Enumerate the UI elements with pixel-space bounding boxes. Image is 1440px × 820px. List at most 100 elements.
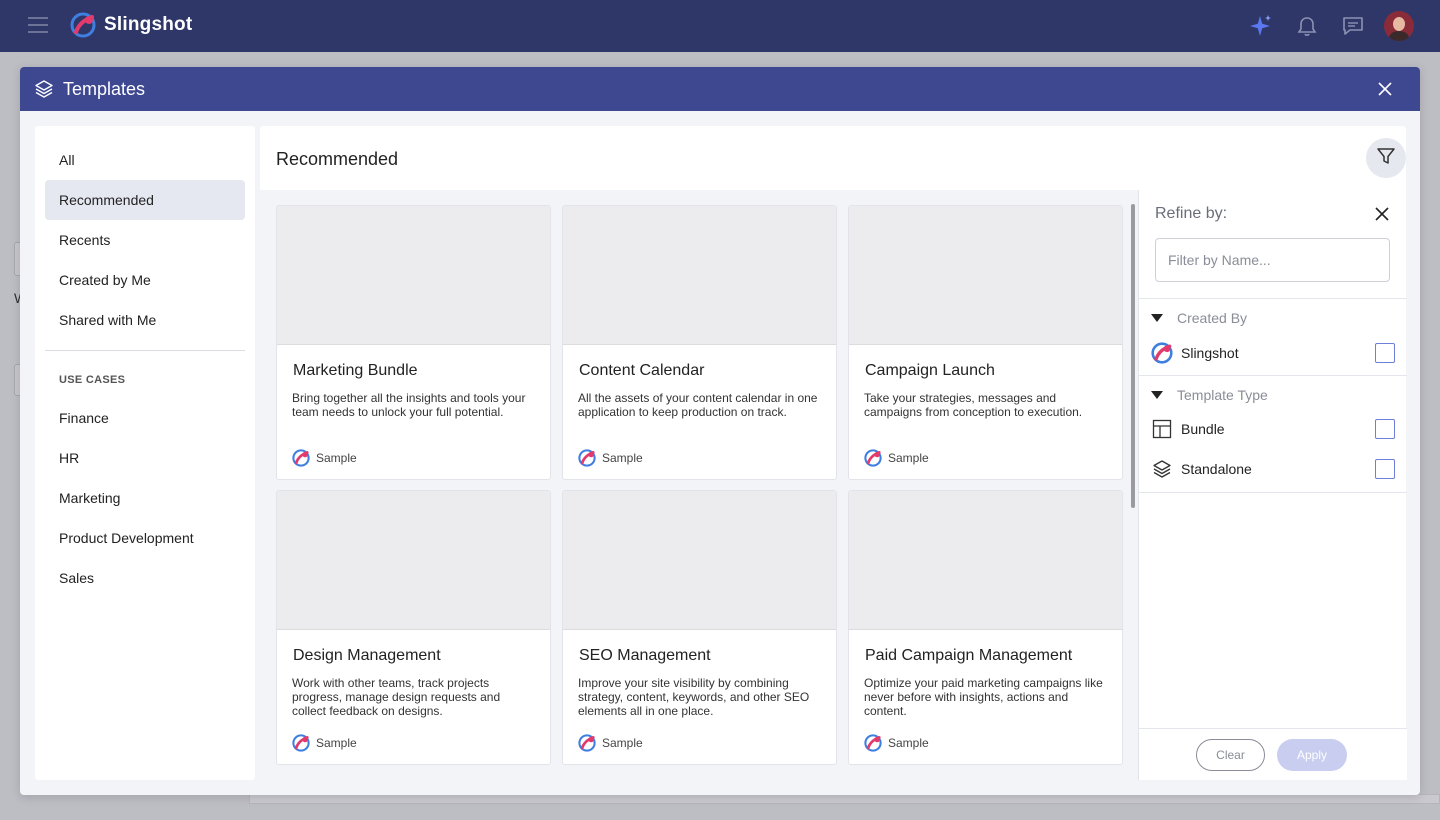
card-thumbnail bbox=[849, 206, 1122, 345]
group-template-type[interactable]: Template Type bbox=[1151, 387, 1268, 403]
modal-title: Templates bbox=[63, 79, 146, 99]
topbar-actions bbox=[1230, 11, 1414, 41]
menu-icon[interactable] bbox=[28, 17, 48, 35]
card-description: All the assets of your content calendar … bbox=[578, 391, 818, 419]
templates-modal: Templates All Recommended Recents Create… bbox=[20, 67, 1420, 795]
card-title: Campaign Launch bbox=[865, 362, 995, 379]
page-title: Recommended bbox=[276, 149, 399, 169]
group-label: Created By bbox=[1177, 310, 1248, 326]
main-header: Recommended bbox=[260, 126, 1406, 190]
nav-item-shared-with-me[interactable]: Shared with Me bbox=[45, 300, 245, 340]
layers-icon bbox=[1151, 458, 1173, 480]
modal-header: Templates bbox=[20, 67, 1420, 111]
checkbox[interactable] bbox=[1375, 343, 1395, 363]
option-label: Slingshot bbox=[1181, 345, 1239, 361]
avatar[interactable] bbox=[1384, 11, 1414, 41]
group-label: Template Type bbox=[1177, 387, 1268, 403]
background-fragment bbox=[249, 794, 1440, 804]
layers-icon bbox=[34, 79, 54, 104]
divider bbox=[1139, 375, 1407, 376]
slingshot-logo-icon bbox=[578, 449, 596, 467]
card-footer: Sample bbox=[578, 734, 643, 752]
nav-item-product-development[interactable]: Product Development bbox=[45, 518, 245, 558]
slingshot-logo-icon bbox=[864, 449, 882, 467]
slingshot-logo-icon bbox=[292, 449, 310, 467]
card-tag: Sample bbox=[602, 736, 643, 750]
nav-item-recommended[interactable]: Recommended bbox=[45, 180, 245, 220]
card-title: SEO Management bbox=[579, 647, 711, 664]
nav-item-finance[interactable]: Finance bbox=[45, 398, 245, 438]
grid-scrollbar[interactable] bbox=[1131, 204, 1135, 508]
card-thumbnail bbox=[563, 206, 836, 345]
card-title: Content Calendar bbox=[579, 362, 705, 379]
app-topbar: Slingshot bbox=[0, 0, 1440, 52]
card-footer: Sample bbox=[864, 734, 929, 752]
card-description: Bring together all the insights and tool… bbox=[292, 391, 526, 419]
card-footer: Sample bbox=[292, 449, 357, 467]
template-card[interactable]: SEO Management Improve your site visibil… bbox=[562, 490, 837, 765]
category-nav: All Recommended Recents Created by Me Sh… bbox=[35, 126, 255, 780]
filter-option-standalone[interactable]: Standalone bbox=[1151, 457, 1395, 481]
checkbox[interactable] bbox=[1375, 419, 1395, 439]
slingshot-logo-icon bbox=[70, 12, 96, 38]
nav-section-title: USE CASES bbox=[59, 374, 126, 386]
card-description: Optimize your paid marketing campaigns l… bbox=[864, 676, 1103, 718]
card-title: Paid Campaign Management bbox=[865, 647, 1073, 664]
card-description: Work with other teams, track projects pr… bbox=[292, 676, 501, 718]
card-tag: Sample bbox=[888, 451, 929, 465]
filter-icon bbox=[1375, 145, 1397, 172]
card-footer: Sample bbox=[864, 449, 929, 467]
filter-button[interactable] bbox=[1366, 138, 1406, 178]
card-thumbnail bbox=[849, 491, 1122, 630]
bundle-icon bbox=[1151, 418, 1173, 440]
nav-item-marketing[interactable]: Marketing bbox=[45, 478, 245, 518]
card-tag: Sample bbox=[602, 451, 643, 465]
template-card[interactable]: Marketing Bundle Bring together all the … bbox=[276, 205, 551, 480]
checkbox[interactable] bbox=[1375, 459, 1395, 479]
brand-name: Slingshot bbox=[104, 14, 193, 35]
close-icon[interactable] bbox=[1376, 80, 1394, 98]
clear-button[interactable]: Clear bbox=[1196, 739, 1265, 771]
card-tag: Sample bbox=[888, 736, 929, 750]
card-description: Improve your site visibility by combinin… bbox=[578, 676, 810, 718]
chat-icon[interactable] bbox=[1338, 11, 1368, 41]
template-card[interactable]: Content Calendar All the assets of your … bbox=[562, 205, 837, 480]
template-card[interactable]: Campaign Launch Take your strategies, me… bbox=[848, 205, 1123, 480]
main-panel: Recommended Marketing Bundle Bring toget… bbox=[260, 126, 1407, 780]
card-tag: Sample bbox=[316, 736, 357, 750]
group-created-by[interactable]: Created By bbox=[1151, 310, 1247, 326]
apply-button[interactable]: Apply bbox=[1277, 739, 1347, 771]
filter-name-input[interactable] bbox=[1155, 238, 1390, 282]
sparkle-icon[interactable] bbox=[1246, 11, 1276, 41]
slingshot-logo-icon bbox=[864, 734, 882, 752]
card-thumbnail bbox=[277, 206, 550, 345]
nav-item-sales[interactable]: Sales bbox=[45, 558, 245, 598]
card-tag: Sample bbox=[316, 451, 357, 465]
caret-down-icon bbox=[1151, 314, 1163, 322]
nav-item-all[interactable]: All bbox=[45, 140, 245, 180]
card-thumbnail bbox=[563, 491, 836, 630]
slingshot-logo-icon bbox=[292, 734, 310, 752]
refine-footer: Clear Apply bbox=[1139, 728, 1407, 780]
slingshot-logo-icon bbox=[1151, 342, 1173, 364]
card-description: Take your strategies, messages and campa… bbox=[864, 391, 1083, 419]
filter-option-slingshot[interactable]: Slingshot bbox=[1151, 341, 1395, 365]
filter-option-bundle[interactable]: Bundle bbox=[1151, 417, 1395, 441]
close-icon[interactable] bbox=[1374, 206, 1390, 222]
divider bbox=[1139, 298, 1407, 299]
brand[interactable]: Slingshot bbox=[70, 12, 192, 38]
nav-item-hr[interactable]: HR bbox=[45, 438, 245, 478]
divider bbox=[1139, 492, 1407, 493]
bell-icon[interactable] bbox=[1292, 11, 1322, 41]
refine-panel: Refine by: Created By Slingshot bbox=[1138, 190, 1407, 780]
template-card[interactable]: Design Management Work with other teams,… bbox=[276, 490, 551, 765]
card-thumbnail bbox=[277, 491, 550, 630]
nav-item-recents[interactable]: Recents bbox=[45, 220, 245, 260]
option-label: Standalone bbox=[1181, 461, 1252, 477]
card-footer: Sample bbox=[292, 734, 357, 752]
nav-item-created-by-me[interactable]: Created by Me bbox=[45, 260, 245, 300]
card-footer: Sample bbox=[578, 449, 643, 467]
slingshot-logo-icon bbox=[578, 734, 596, 752]
template-card[interactable]: Paid Campaign Management Optimize your p… bbox=[848, 490, 1123, 765]
caret-down-icon bbox=[1151, 391, 1163, 399]
